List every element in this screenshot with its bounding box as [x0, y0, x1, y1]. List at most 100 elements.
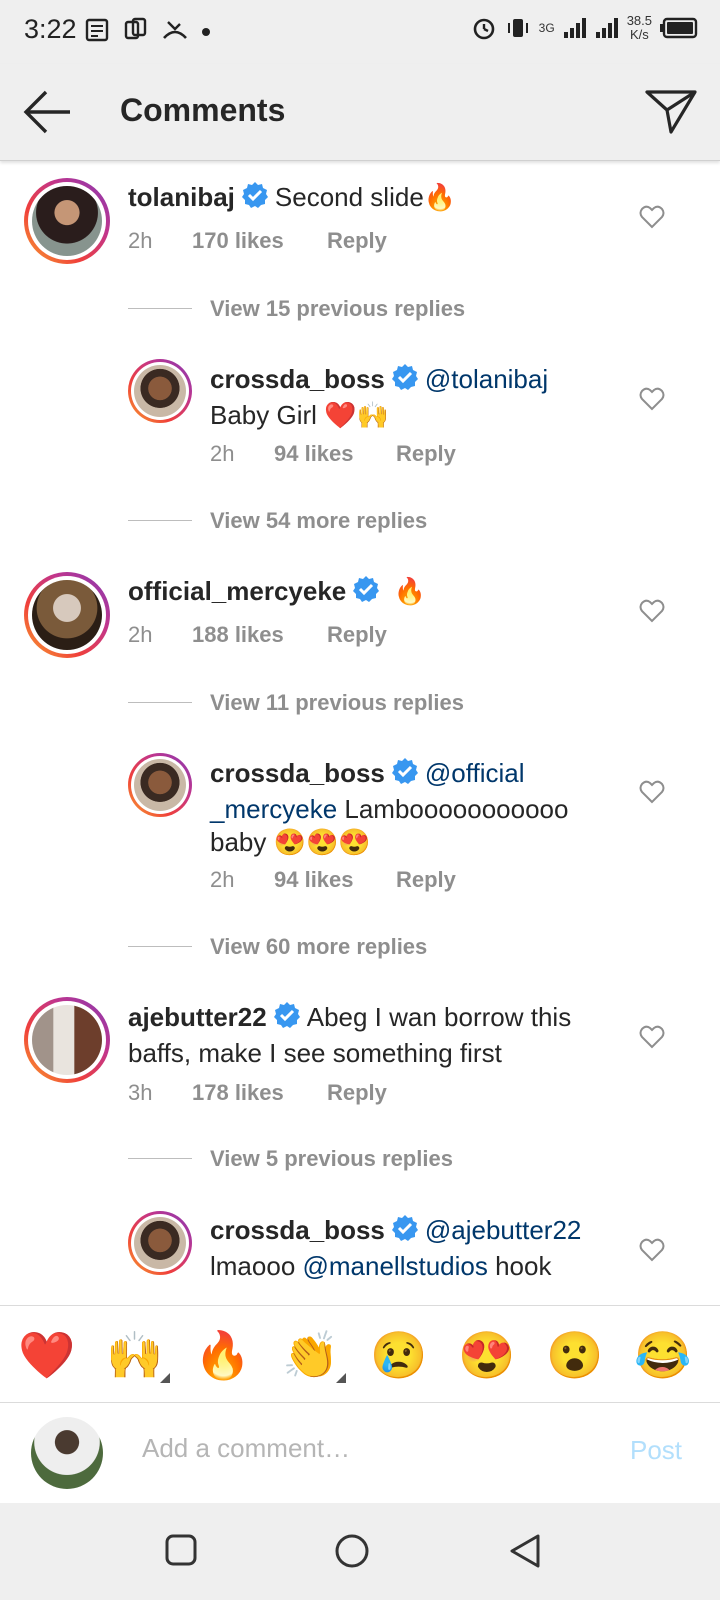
avatar-story-ring[interactable]: [128, 753, 192, 817]
back-arrow-icon[interactable]: [22, 88, 74, 136]
news-icon: [85, 18, 109, 42]
reply-time: 2h: [210, 867, 235, 892]
reply-text: Baby Girl: [210, 400, 317, 430]
mention-link[interactable]: @tolanibaj: [425, 364, 548, 394]
verified-badge-icon: [241, 181, 269, 217]
mention-link-cont[interactable]: _mercyeke: [210, 794, 337, 824]
notification-icons: [84, 16, 212, 44]
mention-link[interactable]: @official: [425, 758, 525, 788]
signal-icon-2: [595, 18, 618, 38]
reply-button[interactable]: Reply: [327, 1080, 387, 1106]
view-replies-link[interactable]: View 60 more replies: [210, 934, 427, 960]
like-heart-icon[interactable]: [639, 780, 665, 804]
emoji-wow-button[interactable]: 😮: [546, 1328, 603, 1382]
alarm-icon: [473, 18, 494, 40]
comment-text: Abeg I wan borrow this: [306, 1002, 572, 1032]
comment-meta: 3h 178 likes Reply: [128, 1080, 387, 1106]
reply-button[interactable]: Reply: [396, 867, 456, 893]
view-replies-link[interactable]: View 11 previous replies: [210, 690, 464, 716]
view-replies-link[interactable]: View 5 previous replies: [210, 1146, 453, 1172]
avatar-story-ring[interactable]: [128, 359, 192, 423]
verified-badge-icon: [273, 1001, 301, 1037]
system-nav-bar: [0, 1503, 720, 1600]
avatar-story-ring[interactable]: [128, 1211, 192, 1275]
recent-apps-icon[interactable]: [164, 1533, 198, 1567]
mention-link[interactable]: @ajebutter22: [425, 1215, 582, 1245]
verified-badge-icon: [391, 757, 419, 793]
comment-meta: 2h 170 likes Reply: [128, 228, 387, 254]
speed-value: 38.5: [626, 13, 652, 28]
my-avatar: [31, 1417, 103, 1489]
comment-likes[interactable]: 178 likes: [192, 1080, 327, 1106]
reply-username[interactable]: crossda_boss: [210, 758, 385, 788]
reply-button[interactable]: Reply: [327, 622, 387, 648]
comment-username[interactable]: official_mercyeke: [128, 576, 346, 606]
comment-username[interactable]: ajebutter22: [128, 1002, 267, 1032]
reply-username[interactable]: crossda_boss: [210, 1215, 385, 1245]
emoji-fire-button[interactable]: 🔥: [194, 1328, 251, 1382]
like-heart-icon[interactable]: [639, 387, 665, 411]
status-time: 3:22: [24, 14, 77, 44]
comment-username[interactable]: tolanibaj: [128, 182, 235, 212]
reply-meta: 2h 94 likes Reply: [210, 441, 456, 467]
view-replies-link[interactable]: View 15 previous replies: [210, 296, 465, 322]
comment-likes[interactable]: 170 likes: [192, 228, 327, 254]
home-icon[interactable]: [334, 1533, 370, 1569]
avatar: [32, 1005, 102, 1075]
reply-time: 2h: [210, 441, 235, 466]
emoji-clap-button[interactable]: 👏: [282, 1328, 339, 1382]
avatar: [32, 580, 102, 650]
emoji-heart-eyes-button[interactable]: 😍: [458, 1328, 515, 1382]
like-heart-icon[interactable]: [639, 599, 665, 623]
emoji-raised-hands-button[interactable]: 🙌: [106, 1328, 163, 1382]
back-nav-icon[interactable]: [508, 1533, 542, 1569]
comment-time: 2h: [128, 622, 153, 647]
comment-meta: 2h 188 likes Reply: [128, 622, 387, 648]
post-button[interactable]: Post: [630, 1435, 682, 1466]
avatar-story-ring[interactable]: [24, 997, 110, 1083]
heart-eyes-emoji: 😍😍😍: [273, 827, 371, 857]
emoji-heart-button[interactable]: ❤️: [18, 1328, 75, 1382]
vibrate-icon: [507, 19, 528, 37]
reply-button[interactable]: Reply: [396, 441, 456, 467]
mention-link-2[interactable]: @manellstudios: [303, 1251, 488, 1281]
comment-time: 3h: [128, 1080, 153, 1105]
comment-likes[interactable]: 188 likes: [192, 622, 327, 648]
view-replies-divider: [128, 1158, 192, 1159]
like-heart-icon[interactable]: [639, 205, 665, 229]
verified-badge-icon: [391, 1214, 419, 1250]
avatar: [134, 1217, 186, 1269]
view-replies-divider: [128, 520, 192, 521]
reply-likes[interactable]: 94 likes: [274, 867, 396, 893]
comment-composer: Add a comment… Post: [0, 1402, 720, 1503]
reply-text-cont: hook: [487, 1251, 552, 1281]
comments-feed[interactable]: tolanibaj Second slide🔥 2h 170 likes Repl…: [0, 161, 720, 1305]
reply-likes[interactable]: 94 likes: [274, 441, 396, 467]
view-replies-divider: [128, 702, 192, 703]
emoji-laugh-button[interactable]: 😂: [634, 1328, 691, 1382]
fire-emoji: 🔥: [423, 182, 457, 212]
view-replies-divider: [128, 308, 192, 309]
like-heart-icon[interactable]: [639, 1025, 665, 1049]
battery-icon: [660, 17, 698, 39]
like-heart-icon[interactable]: [639, 1238, 665, 1262]
reply-username[interactable]: crossda_boss: [210, 364, 385, 394]
view-replies-link[interactable]: View 54 more replies: [210, 508, 427, 534]
verified-badge-icon: [391, 363, 419, 399]
page-title: Comments: [120, 92, 286, 128]
comment-input[interactable]: Add a comment…: [142, 1433, 350, 1464]
verified-badge-icon: [352, 575, 380, 611]
direct-message-icon[interactable]: [645, 88, 697, 136]
network-speed: 38.5 K/s: [627, 14, 652, 42]
reply-button[interactable]: Reply: [327, 228, 387, 254]
speed-unit: K/s: [629, 27, 649, 42]
reply-meta: 2h 94 likes Reply: [210, 867, 456, 893]
avatar-story-ring[interactable]: [24, 178, 110, 264]
avatar: [134, 759, 186, 811]
emoji-cry-button[interactable]: 😢: [370, 1328, 427, 1382]
missed-call-icon: [163, 21, 187, 39]
comment-text-cont: baffs, make I see something first: [128, 1038, 502, 1068]
avatar-story-ring[interactable]: [24, 572, 110, 658]
reply-text-cont: baby: [210, 827, 267, 857]
reply-text: lmaooo: [210, 1251, 303, 1281]
